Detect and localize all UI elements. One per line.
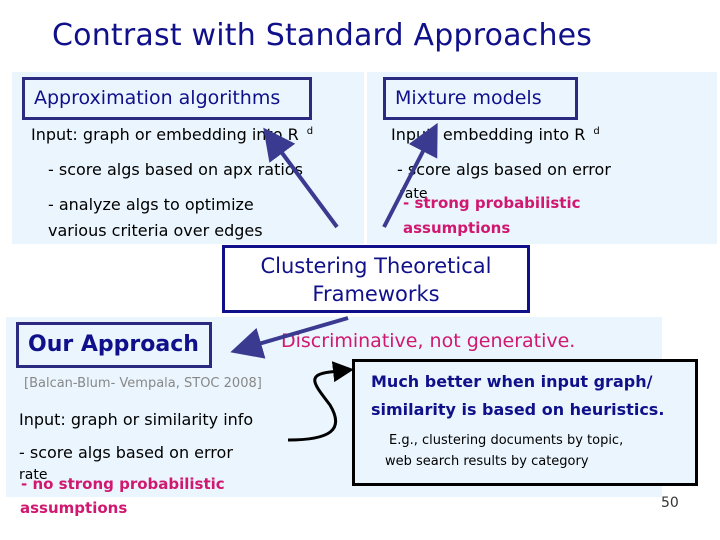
arrow-to-ours bbox=[230, 316, 349, 359]
arrow-to-mixture bbox=[382, 122, 438, 228]
curved-arrow-to-note bbox=[287, 361, 354, 442]
arrow-to-approx bbox=[263, 127, 339, 229]
arrows-layer bbox=[230, 122, 438, 442]
